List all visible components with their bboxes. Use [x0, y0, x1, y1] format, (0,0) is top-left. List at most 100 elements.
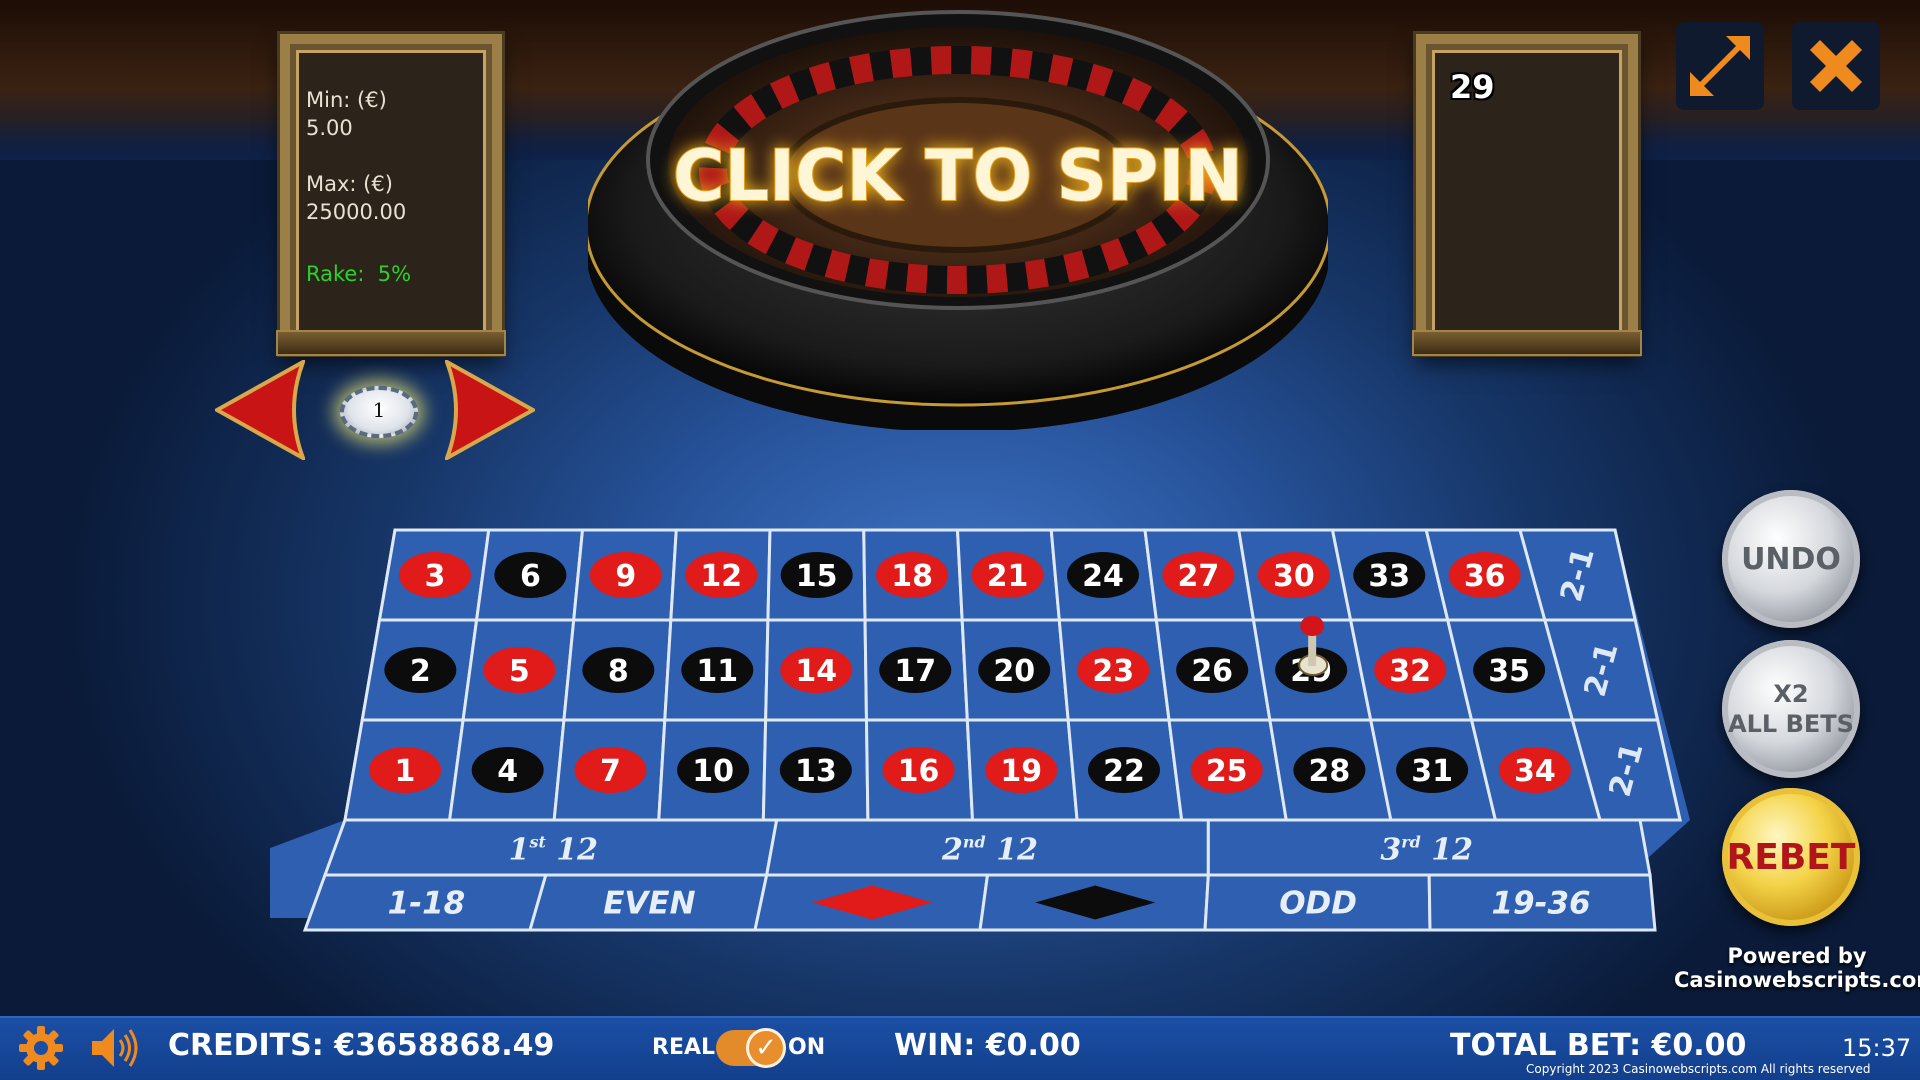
number-cell-6[interactable]: 6	[474, 528, 585, 622]
number-label: 4	[497, 754, 518, 789]
roulette-wheel[interactable]: CLICK TO SPIN	[588, 10, 1328, 430]
number-cell-15[interactable]: 15	[766, 528, 867, 622]
undo-label: UNDO	[1741, 541, 1841, 577]
arrow-left-icon[interactable]	[215, 360, 305, 460]
x2-label-line2: ALL BETS	[1728, 710, 1854, 738]
number-label: 34	[1514, 754, 1556, 789]
number-label: 1	[395, 754, 416, 789]
powered-by: Powered by Casinowebscripts.com	[1674, 944, 1920, 992]
fullscreen-icon[interactable]	[1676, 22, 1764, 110]
double-all-bets-button[interactable]: X2 ALL BETS	[1722, 640, 1860, 778]
number-cell-23[interactable]: 23	[1057, 618, 1171, 722]
number-cell-13[interactable]: 13	[761, 718, 870, 822]
limits-board: Min: (€) 5.00 Max: (€) 25000.00 Rake: 5%	[280, 34, 502, 354]
dozen-label: 2nd 12	[941, 833, 1038, 868]
number-cell-14[interactable]: 14	[764, 618, 869, 722]
number-label: 10	[692, 754, 734, 789]
number-label: 30	[1273, 559, 1315, 594]
number-label: 23	[1092, 654, 1134, 689]
credits-value: €3658868.49	[334, 1028, 555, 1063]
number-cell-7[interactable]: 7	[552, 718, 667, 822]
clock: 15:37	[1842, 1034, 1912, 1062]
close-icon[interactable]	[1792, 22, 1880, 110]
number-cell-26[interactable]: 26	[1154, 618, 1272, 722]
min-label: Min: (€)	[306, 88, 387, 112]
total-bet-value: €0.00	[1651, 1028, 1747, 1063]
real-money-toggle[interactable]: ✓	[716, 1028, 786, 1068]
rake-label: Rake:	[306, 262, 365, 286]
spin-label[interactable]: CLICK TO SPIN	[672, 134, 1244, 218]
number-label: 15	[796, 559, 838, 594]
limits-board-base	[276, 330, 506, 356]
number-cell-5[interactable]: 5	[461, 618, 576, 722]
outside-label: 1-18	[388, 886, 466, 922]
win-display: WIN: €0.00	[894, 1028, 1081, 1063]
min-value: 5.00	[306, 116, 353, 140]
number-cell-10[interactable]: 10	[657, 718, 768, 822]
number-cell-1[interactable]: 1	[343, 718, 465, 822]
number-label: 18	[891, 559, 933, 594]
number-cell-25[interactable]: 25	[1167, 718, 1289, 822]
checkmark-icon: ✓	[746, 1028, 786, 1068]
powered-line1: Powered by	[1727, 944, 1867, 968]
number-cell-11[interactable]: 11	[663, 618, 770, 722]
number-label: 28	[1309, 754, 1351, 789]
bet-odd[interactable]: ODD	[1203, 873, 1432, 932]
number-cell-2[interactable]: 2	[360, 618, 479, 722]
bet-black[interactable]	[978, 873, 1210, 932]
bet-1-18[interactable]: 1-18	[302, 873, 548, 932]
dozen-bet-1[interactable]: 1st 12	[322, 818, 779, 877]
number-cell-24[interactable]: 24	[1049, 528, 1159, 622]
rebet-button[interactable]: REBET	[1722, 788, 1860, 926]
number-label: 14	[795, 654, 837, 689]
on-label: ON	[788, 1035, 826, 1060]
number-label: 26	[1191, 654, 1233, 689]
number-cell-3[interactable]: 3	[377, 528, 491, 622]
copyright: Copyright 2023 Casinowebscripts.com All …	[1526, 1062, 1871, 1076]
number-label: 36	[1464, 559, 1506, 594]
number-label: 25	[1206, 754, 1248, 789]
number-label: 3	[425, 559, 446, 594]
chip-value: 1	[372, 398, 386, 422]
number-label: 2	[410, 654, 431, 689]
number-label: 27	[1178, 559, 1220, 594]
outside-label: EVEN	[603, 886, 695, 922]
real-label: REAL	[652, 1035, 716, 1060]
x2-label-line1: X2	[1773, 680, 1809, 708]
number-cell-17[interactable]: 17	[863, 618, 969, 722]
outside-label: 19-36	[1491, 886, 1590, 922]
bet-even[interactable]: EVEN	[528, 873, 769, 932]
number-label: 19	[1000, 754, 1042, 789]
number-label: 13	[795, 754, 837, 789]
number-cell-8[interactable]: 8	[562, 618, 673, 722]
number-cell-12[interactable]: 12	[669, 528, 772, 622]
dozen-bet-2[interactable]: 2nd 12	[764, 818, 1210, 877]
win-label: WIN:	[894, 1028, 976, 1063]
bet-19-36[interactable]: 19-36	[1427, 873, 1657, 932]
number-cell-27[interactable]: 27	[1143, 528, 1256, 622]
bet-red[interactable]	[753, 873, 990, 932]
chip-selector[interactable]: 1	[340, 386, 418, 438]
number-cell-20[interactable]: 20	[960, 618, 1070, 722]
number-cell-16[interactable]: 16	[864, 718, 975, 822]
dozen-bet-3[interactable]: 3rd 12	[1206, 818, 1652, 877]
undo-button[interactable]: UNDO	[1722, 490, 1860, 628]
settings-gear-icon[interactable]	[18, 1025, 64, 1071]
number-label: 20	[993, 654, 1035, 689]
betting-table[interactable]: 3691215182124273033362581114172023262932…	[270, 525, 1690, 950]
number-cell-18[interactable]: 18	[862, 528, 964, 622]
max-label: Max: (€)	[306, 172, 393, 196]
arrow-right-icon[interactable]	[445, 360, 535, 460]
speaker-icon[interactable]	[88, 1025, 140, 1071]
number-label: 16	[898, 754, 940, 789]
number-label: 21	[987, 559, 1029, 594]
number-label: 11	[696, 654, 738, 689]
number-cell-4[interactable]: 4	[447, 718, 566, 822]
number-cell-9[interactable]: 9	[572, 528, 678, 622]
rake-info: Rake: 5%	[306, 260, 411, 288]
number-cell-22[interactable]: 22	[1066, 718, 1184, 822]
number-cell-21[interactable]: 21	[955, 528, 1061, 622]
number-cell-19[interactable]: 19	[965, 718, 1079, 822]
number-label: 22	[1103, 754, 1145, 789]
total-bet-display: TOTAL BET: €0.00	[1450, 1028, 1746, 1063]
